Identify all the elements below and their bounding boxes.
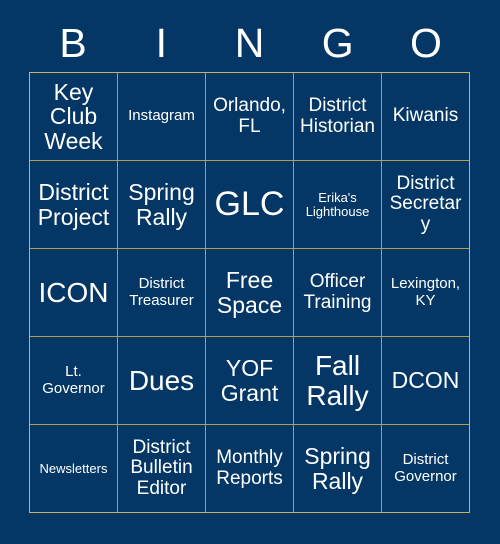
header-letter-g: G <box>321 19 354 66</box>
bingo-cell-r4c5[interactable]: DCON <box>382 337 469 424</box>
bingo-cell-r2c2[interactable]: Spring Rally <box>118 161 205 248</box>
bingo-cell-r3c4[interactable]: Officer Training <box>294 249 381 336</box>
bingo-cell-r4c2[interactable]: Dues <box>118 337 205 424</box>
bingo-cell-r5c3[interactable]: Monthly Reports <box>206 425 293 512</box>
header-letter-n: N <box>234 19 265 66</box>
bingo-cell-r5c4[interactable]: Spring Rally <box>294 425 381 512</box>
bingo-cell-r5c2[interactable]: District Bulletin Editor <box>118 425 205 512</box>
bingo-cell-r3c1[interactable]: ICON <box>30 249 117 336</box>
bingo-grid: Key Club Week Instagram Orlando, FL Distric… <box>29 72 470 513</box>
bingo-cell-r2c3[interactable]: GLC <box>206 161 293 248</box>
bingo-cell-r4c1[interactable]: Lt. Governor <box>30 337 117 424</box>
header-letter-o: O <box>409 19 442 66</box>
bingo-cell-r3c2[interactable]: District Treasurer <box>118 249 205 336</box>
bingo-cell-r3c3[interactable]: Free Space <box>206 249 293 336</box>
bingo-cell-r1c2[interactable]: Instagram <box>118 73 205 160</box>
bingo-cell-r3c5[interactable]: Lexington, KY <box>382 249 469 336</box>
bingo-cell-r5c5[interactable]: District Governor <box>382 425 469 512</box>
bingo-cell-r2c4[interactable]: Erika's Lighthouse <box>294 161 381 248</box>
header-letter-i: I <box>155 19 167 66</box>
header-letter-b: B <box>59 19 87 66</box>
bingo-cell-r4c4[interactable]: Fall Rally <box>294 337 381 424</box>
bingo-cell-r1c5[interactable]: Kiwanis <box>382 73 469 160</box>
bingo-cell-r4c3[interactable]: YOF Grant <box>206 337 293 424</box>
bingo-cell-r1c3[interactable]: Orlando, FL <box>206 73 293 160</box>
bingo-cell-r1c1[interactable]: Key Club Week <box>30 73 117 160</box>
bingo-cell-r1c4[interactable]: District Historian <box>294 73 381 160</box>
bingo-cell-r2c1[interactable]: District Project <box>30 161 117 248</box>
bingo-card: B I N G O Key Club Week Instagram Orlando,… <box>0 0 500 544</box>
bingo-header: B I N G O <box>29 14 470 72</box>
bingo-cell-r2c5[interactable]: District Secretary <box>382 161 469 248</box>
bingo-cell-r5c1[interactable]: Newsletters <box>30 425 117 512</box>
